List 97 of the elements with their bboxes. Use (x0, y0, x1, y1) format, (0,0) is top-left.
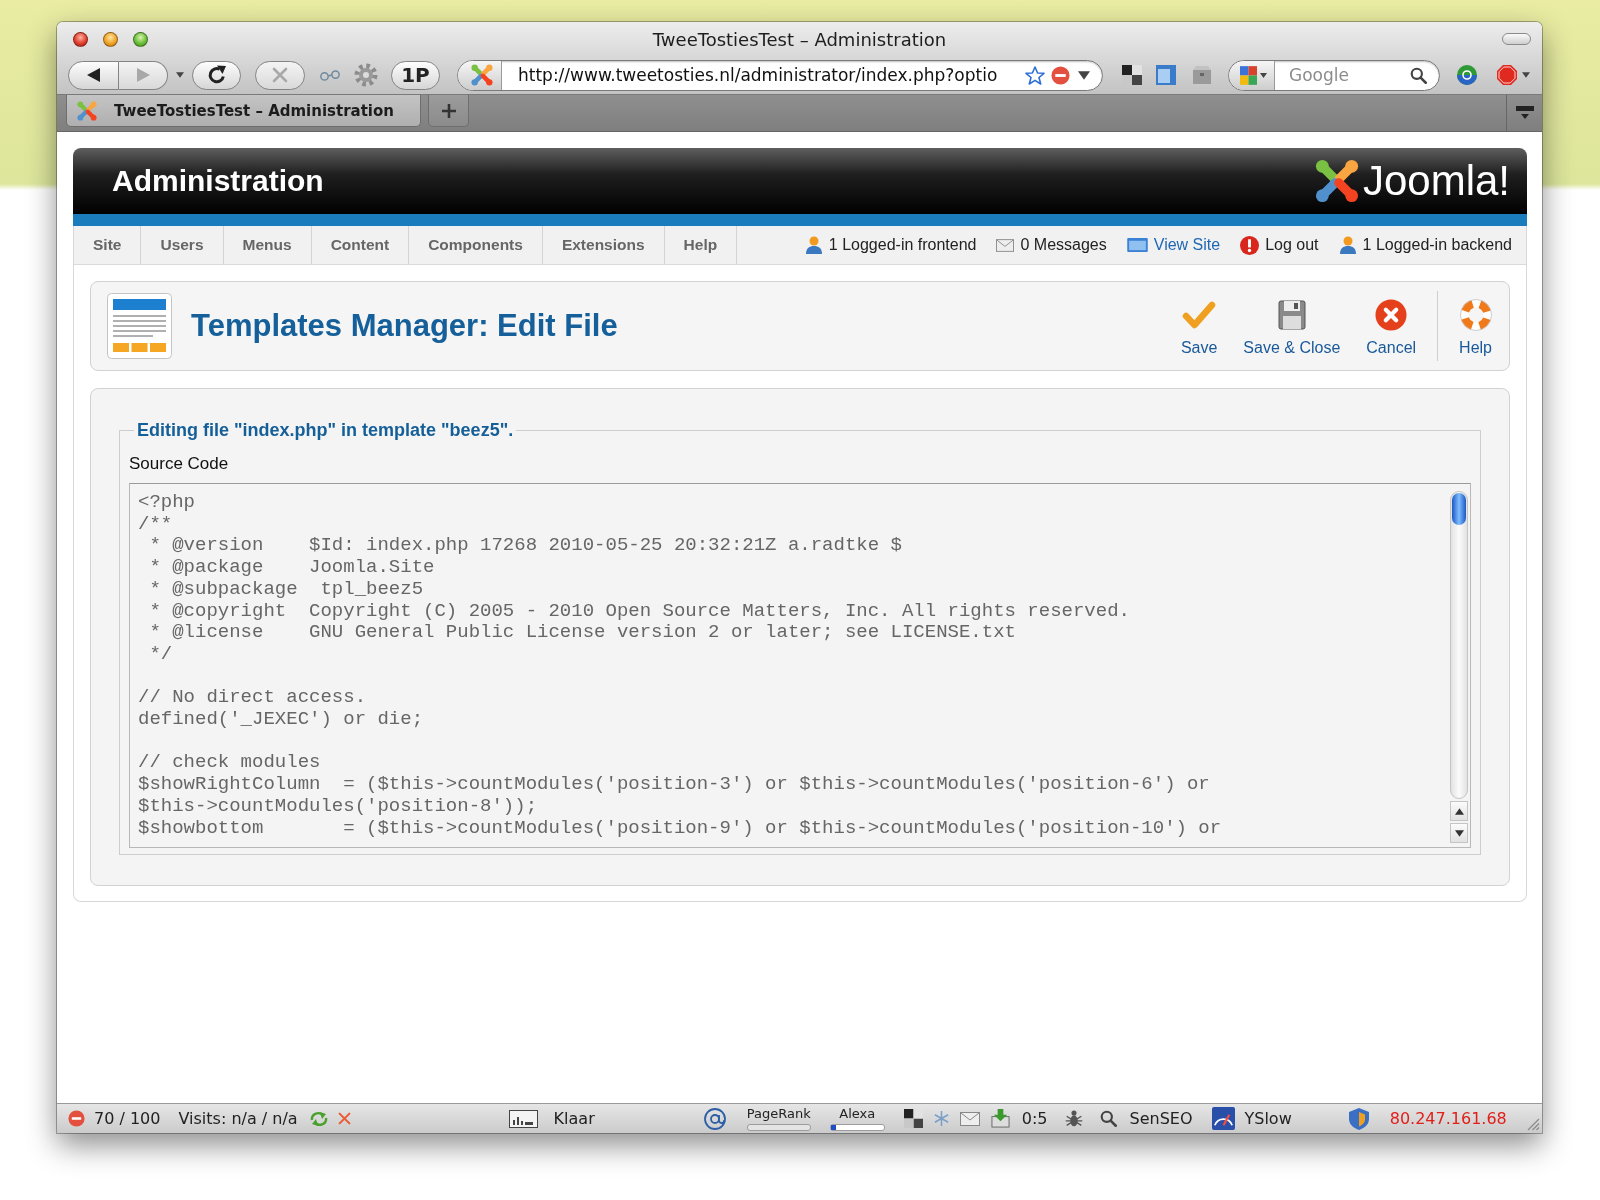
window-icon[interactable] (1156, 65, 1176, 85)
logo-text: Joomla! (1362, 157, 1510, 205)
save-button[interactable]: Save (1172, 295, 1226, 357)
alexa-label[interactable]: Alexa (839, 1106, 876, 1121)
counter-text: 0:5 (1021, 1109, 1048, 1128)
status-text: Klaar (553, 1109, 595, 1128)
window-title: TweeTostiesTest – Administration (652, 28, 947, 50)
down-triangle-icon (1454, 829, 1464, 837)
yslow-label[interactable]: YSlow (1244, 1109, 1292, 1128)
envelope-icon (996, 238, 1015, 252)
logged-in-count: 1 Logged-in frontend (828, 236, 977, 254)
right-arrow-icon (136, 68, 150, 82)
envelope-icon[interactable] (959, 1111, 980, 1126)
x-icon[interactable] (337, 1112, 351, 1125)
caret-icon (1260, 72, 1267, 78)
exclamation-icon (1240, 235, 1260, 255)
scrollbar-thumb[interactable] (1452, 493, 1466, 525)
senseo-label[interactable]: SenSEO (1129, 1109, 1193, 1128)
browser-tab[interactable]: TweeTostiesTest – Administration (66, 95, 421, 127)
template-layout-icon (107, 293, 172, 359)
profile-button[interactable]: 1P (391, 60, 440, 90)
plus-icon (440, 102, 457, 119)
toolbar-toggle-button[interactable] (1502, 33, 1531, 45)
round-badge-icon[interactable] (1457, 65, 1477, 85)
search-icon[interactable] (1100, 1110, 1118, 1127)
menu-item[interactable]: Users (141, 226, 224, 264)
at-sign-icon[interactable] (703, 1107, 726, 1130)
minimize-button[interactable] (103, 31, 118, 47)
left-arrow-icon (87, 68, 100, 82)
logo-icon (470, 64, 493, 86)
gear-icon[interactable] (354, 63, 378, 87)
caret-icon[interactable] (1522, 72, 1530, 78)
logo-icon (77, 100, 97, 121)
view-site-link[interactable]: View Site (1126, 236, 1221, 254)
search-engine-button[interactable] (1229, 60, 1275, 90)
address-bar[interactable]: http://www.tweetosties.nl/administrator/index.php?optio (457, 59, 1103, 91)
up-triangle-icon (1454, 807, 1464, 815)
reload-button[interactable] (192, 60, 241, 90)
search-icon[interactable] (1410, 66, 1427, 84)
menu-item[interactable]: Help (664, 226, 738, 264)
gauge-icon[interactable] (1212, 1107, 1236, 1130)
star-icon[interactable] (1025, 65, 1045, 85)
menu-item[interactable]: Menus (223, 226, 312, 264)
glasses-icon[interactable] (319, 69, 341, 81)
no-entry-icon[interactable] (1051, 65, 1070, 85)
help-button[interactable]: Help (1451, 295, 1500, 357)
scroll-down-button[interactable] (1450, 823, 1468, 843)
lifebuoy-icon (1459, 298, 1492, 331)
x-icon (272, 67, 288, 83)
user-icon (1338, 236, 1357, 254)
source-code: <?php /** * @version $Id: index.php 17268 2010-05-25 20:32:21Z a.radtke $ * @package Joomla.Site * @subpackage tpl_beez5 * @copyright Copyright (C) 2005 - 2010 Open Source Matters, Inc. All rights reserved. * @license GNU General Public License version 2 or later; see LICENSE.txt */ // No direct access. defined('_JEXEC') or die; // check modules $showRightColumn = ($this->countModules('position-3') or $this->countModules('position-6') or $this->countModules('position-8')); $showbottom = ($this->countModules('position-9') or $this->countModules('position-10') or (137, 490, 1223, 841)
resize-grip-icon[interactable] (1526, 1117, 1540, 1131)
menu-item[interactable]: Extensions (542, 226, 665, 264)
menu-item[interactable]: Content (311, 226, 410, 264)
site-identity-button[interactable] (458, 60, 502, 90)
scrollbar-track[interactable] (1450, 491, 1468, 799)
reload-icon (206, 65, 227, 85)
back-button[interactable] (68, 60, 119, 90)
menu-item[interactable]: Site (74, 226, 142, 264)
ip-address: 80.247.161.68 (1389, 1109, 1507, 1128)
messages-link[interactable]: 0 Messages (996, 236, 1107, 254)
menu-item[interactable]: Components (409, 226, 543, 264)
check-icon (1182, 299, 1217, 330)
visits-text: Visits: n/a / n/a (178, 1109, 298, 1128)
bar-graph-icon[interactable] (508, 1109, 538, 1128)
logout-link[interactable]: Log out (1240, 235, 1319, 255)
download-icon[interactable] (990, 1109, 1010, 1128)
checker-icon[interactable] (903, 1109, 923, 1128)
box-icon[interactable] (1192, 65, 1212, 85)
scroll-up-button[interactable] (1450, 801, 1468, 821)
admin-title: Administration (112, 164, 324, 198)
page-title: Templates Manager: Edit File (191, 308, 618, 344)
code-editor[interactable] (129, 483, 1471, 848)
field-label: Source Code (129, 454, 230, 474)
caret-icon[interactable] (176, 72, 184, 78)
search-field[interactable]: Google (1228, 59, 1440, 91)
arrows-icon[interactable] (308, 1110, 329, 1127)
logo-icon (1314, 159, 1359, 203)
no-entry-icon[interactable] (68, 1110, 85, 1127)
close-button[interactable] (73, 31, 88, 47)
cancel-button[interactable]: Cancel (1358, 295, 1425, 357)
tiles-icon (1240, 65, 1257, 85)
shield-icon[interactable] (1348, 1107, 1369, 1130)
new-tab-button[interactable] (428, 95, 469, 127)
logged-in-count: 1 Logged-in backend (1362, 236, 1512, 254)
fieldset-legend: Editing file "index.php" in template "beez5". (134, 420, 517, 440)
zoom-button[interactable] (133, 31, 148, 47)
x-circle-icon (1375, 298, 1408, 331)
window-icon (1126, 238, 1148, 252)
octagon-icon[interactable] (1497, 65, 1517, 85)
caret-icon[interactable] (1078, 70, 1090, 80)
checker-icon[interactable] (1122, 65, 1142, 85)
pagerank-label[interactable]: PageRank (746, 1106, 811, 1121)
score-text: 70 / 100 (94, 1109, 161, 1128)
tab-list-icon (1514, 105, 1535, 121)
user-icon (804, 236, 823, 254)
save-close-button[interactable]: Save & Close (1235, 295, 1349, 357)
